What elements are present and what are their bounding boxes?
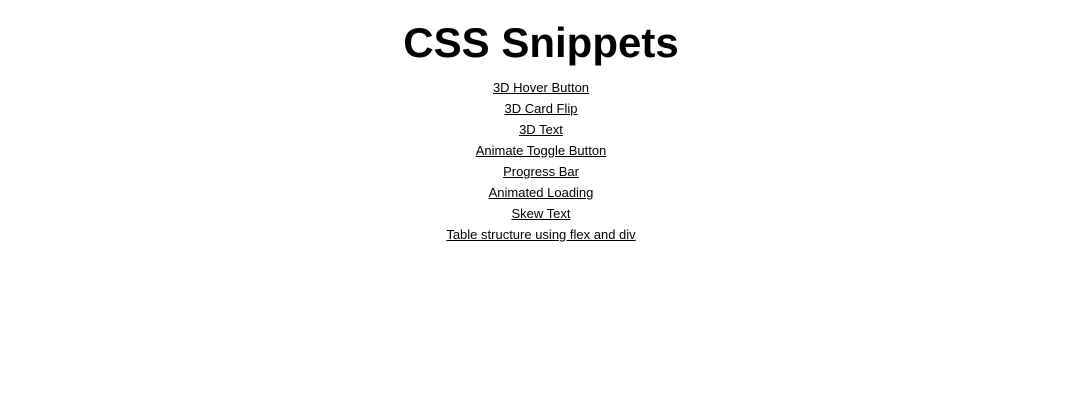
link-animate-toggle-button[interactable]: Animate Toggle Button	[476, 143, 607, 158]
link-table-structure[interactable]: Table structure using flex and div	[446, 227, 635, 242]
list-item: 3D Card Flip	[0, 98, 1082, 119]
link-animated-loading[interactable]: Animated Loading	[489, 185, 594, 200]
list-item: Table structure using flex and div	[0, 224, 1082, 245]
list-item: Progress Bar	[0, 161, 1082, 182]
list-item: Animated Loading	[0, 182, 1082, 203]
page: CSS Snippets 3D Hover Button 3D Card Fli…	[0, 0, 1082, 418]
link-3d-hover-button[interactable]: 3D Hover Button	[493, 80, 589, 95]
link-3d-text[interactable]: 3D Text	[519, 122, 563, 137]
list-item: 3D Text	[0, 119, 1082, 140]
link-3d-card-flip[interactable]: 3D Card Flip	[505, 101, 578, 116]
link-skew-text[interactable]: Skew Text	[511, 206, 570, 221]
list-item: Animate Toggle Button	[0, 140, 1082, 161]
list-item: 3D Hover Button	[0, 77, 1082, 98]
snippet-link-list: 3D Hover Button 3D Card Flip 3D Text Ani…	[0, 77, 1082, 245]
page-title: CSS Snippets	[403, 19, 679, 66]
link-progress-bar[interactable]: Progress Bar	[503, 164, 579, 179]
list-item: Skew Text	[0, 203, 1082, 224]
